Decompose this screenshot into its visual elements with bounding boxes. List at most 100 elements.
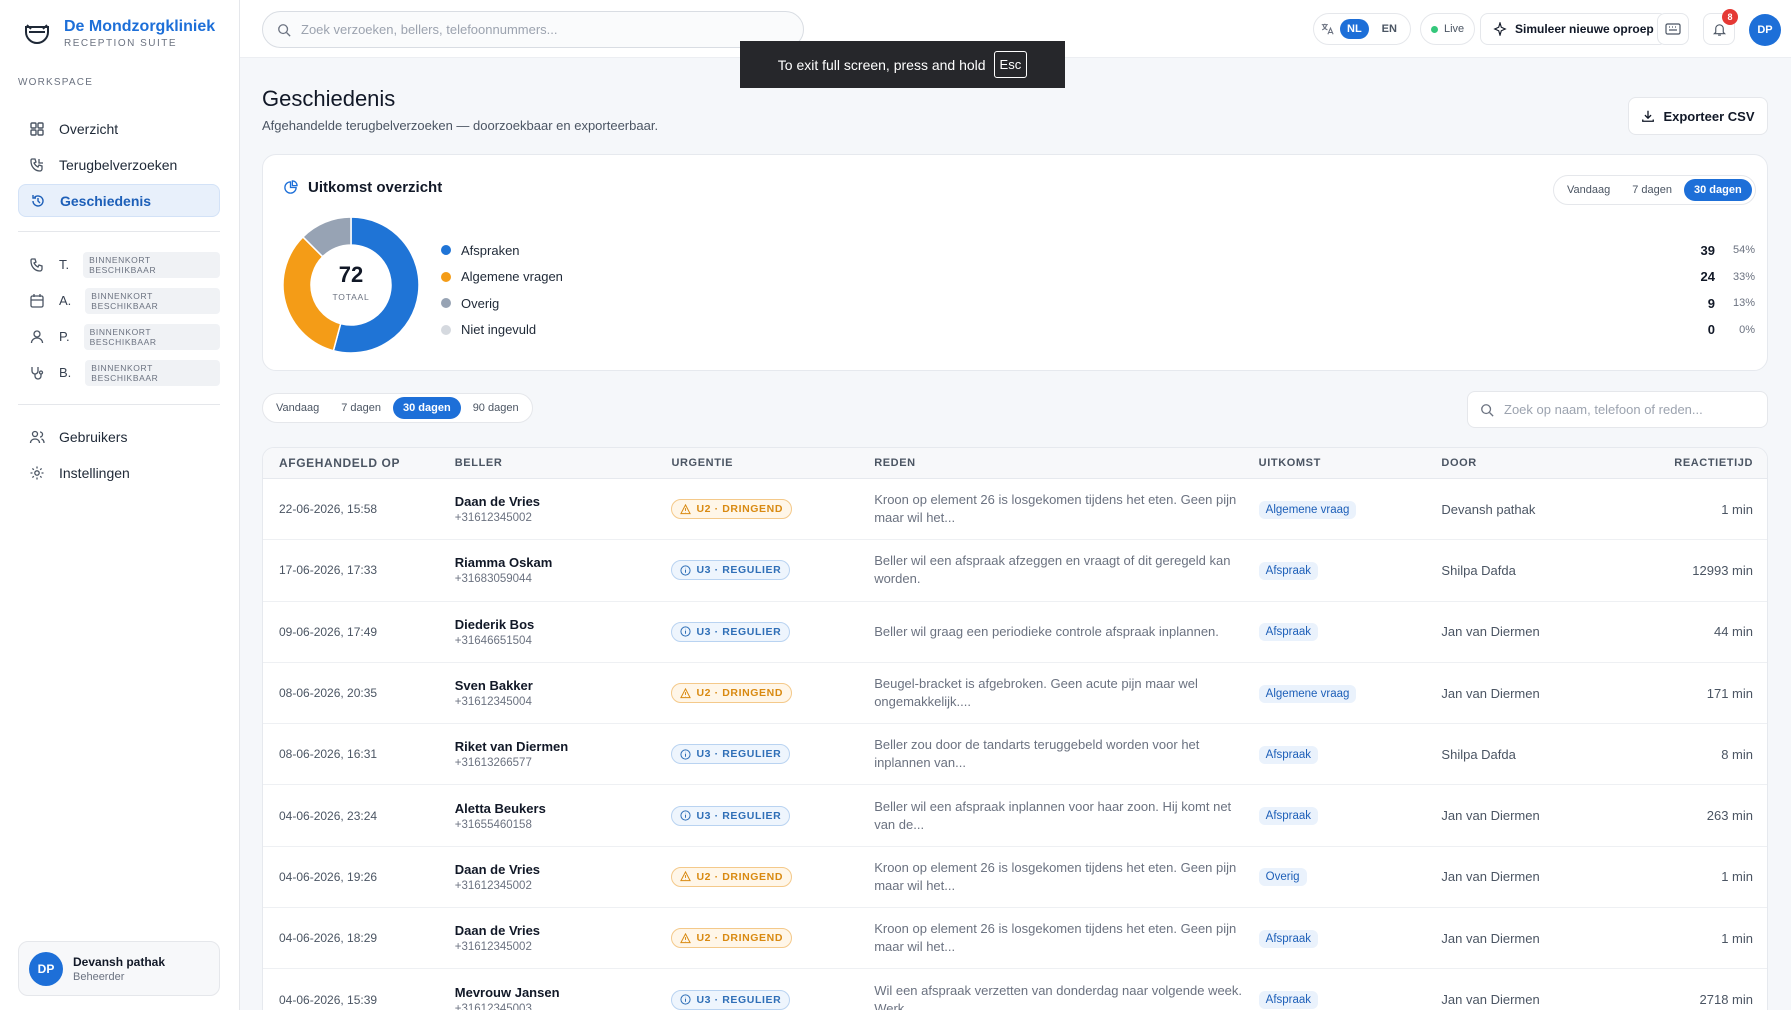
export-csv-button[interactable]: Exporteer CSV [1628, 97, 1768, 135]
page-subtitle: Afgehandelde terugbelverzoeken — doorzoe… [262, 118, 659, 133]
col-uitkomst[interactable]: UITKOMST [1259, 457, 1442, 469]
caller: Daan de Vries +31612345002 [455, 862, 672, 892]
urgency-label: U2 · DRINGEND [696, 503, 784, 516]
sidebar-item-label: T. [59, 257, 70, 272]
col-reactietijd[interactable]: REACTIETIJD [1637, 457, 1767, 469]
table-search-input[interactable] [1504, 402, 1744, 417]
count-percent: 13% [1732, 297, 1755, 310]
sidebar-item-geschiedenis[interactable]: Geschiedenis [18, 184, 220, 217]
sidebar-item-overzicht[interactable]: Overzicht [18, 112, 220, 145]
coming-soon-badge: BINNENKORT BESCHIKBAAR [85, 287, 220, 314]
simulate-call-label: Simuleer nieuwe oproep [1515, 22, 1654, 36]
outcome-badge: Afspraak [1258, 745, 1319, 764]
count-row: 39 54% [1663, 237, 1755, 264]
table-row[interactable]: 09-06-2026, 17:49 Diederik Bos +31646651… [263, 602, 1767, 663]
urgency-cell: U3 · REGULIER [671, 621, 874, 642]
urgency-cell: U3 · REGULIER [671, 560, 874, 581]
handled-by: Devansh pathak [1441, 501, 1536, 517]
handled-date: 04-06-2026, 18:29 [279, 931, 378, 946]
range-90-dagen[interactable]: 90 dagen [463, 397, 529, 419]
reason: Beller wil een afspraak afzeggen en vraa… [874, 553, 1231, 587]
outcome-range-vandaag[interactable]: Vandaag [1557, 179, 1620, 201]
keyboard-button[interactable] [1657, 13, 1689, 45]
user-role: Beheerder [73, 970, 125, 983]
global-search-input[interactable] [301, 22, 781, 37]
legend-item: Overig [441, 290, 563, 317]
lang-en-button[interactable]: EN [1375, 19, 1404, 39]
urgency-label: U3 · REGULIER [696, 625, 782, 638]
caller-phone: +31683059044 [454, 573, 532, 586]
table-row[interactable]: 04-06-2026, 23:24 Aletta Beukers +316554… [263, 785, 1767, 847]
pie-chart-icon [284, 180, 298, 194]
outcome-card-title: Uitkomst overzicht [283, 179, 442, 196]
brand-name: De Mondzorgkliniek [64, 18, 216, 35]
legend-item: Niet ingevuld [441, 317, 563, 344]
sidebar-item-a[interactable]: A. BINNENKORT BESCHIKBAAR [18, 284, 220, 317]
export-csv-label: Exporteer CSV [1663, 108, 1755, 124]
sidebar-item-b[interactable]: B. BINNENKORT BESCHIKBAAR [18, 356, 220, 389]
outcome-cell: Afspraak [1258, 745, 1442, 764]
sidebar-item-p[interactable]: P. BINNENKORT BESCHIKBAAR [18, 320, 220, 353]
range-vandaag[interactable]: Vandaag [266, 397, 329, 419]
download-icon [1642, 110, 1655, 122]
outcome-range-7-dagen[interactable]: 7 dagen [1622, 179, 1682, 201]
user-avatar-button[interactable]: DP [1749, 14, 1781, 46]
simulate-call-button[interactable]: Simuleer nieuwe oproep [1480, 13, 1667, 45]
outcome-title: Uitkomst overzicht [308, 179, 443, 196]
reason: Kroon op element 26 is losgekomen tijden… [874, 859, 1237, 893]
sidebar-item-instellingen[interactable]: Instellingen [18, 456, 220, 489]
brand[interactable]: De Mondzorgkliniek RECEPTION SUITE [22, 18, 215, 49]
urgency-badge: U3 · REGULIER [671, 805, 791, 826]
caller-name: Sven Bakker [454, 678, 533, 694]
response-time: 8 min [1721, 746, 1753, 762]
caller-phone: +31612345002 [454, 941, 532, 954]
sidebar-divider [18, 231, 220, 232]
handled-by: Jan van Diermen [1441, 992, 1540, 1008]
user-card[interactable]: DP Devansh pathak Beheerder [18, 941, 220, 996]
warning-icon [680, 503, 692, 514]
caller-phone: +31613266577 [454, 757, 532, 770]
lang-nl-button[interactable]: NL [1340, 19, 1369, 39]
table-row[interactable]: 22-06-2026, 15:58 Daan de Vries +3161234… [263, 479, 1767, 541]
search-icon [1481, 403, 1494, 417]
table-header: AFGEHANDELD OP BELLER URGENTIE REDEN UIT… [263, 448, 1767, 479]
col-afgehandeld-op[interactable]: AFGEHANDELD OP [263, 456, 455, 470]
table-row[interactable]: 08-06-2026, 20:35 Sven Bakker +316123450… [263, 663, 1767, 725]
table-row[interactable]: 04-06-2026, 19:26 Daan de Vries +3161234… [263, 847, 1767, 909]
table-row[interactable]: 04-06-2026, 15:39 Mevrouw Jansen +316123… [263, 969, 1767, 1010]
table-search[interactable] [1467, 391, 1768, 428]
legend-swatch [441, 298, 451, 309]
handled-date: 04-06-2026, 23:24 [279, 808, 378, 823]
caller-phone: +31612345002 [454, 512, 532, 525]
table-row[interactable]: 17-06-2026, 17:33 Riamma Oskam +31683059… [263, 540, 1767, 602]
table-row[interactable]: 04-06-2026, 18:29 Daan de Vries +3161234… [263, 908, 1767, 970]
history-range-selector: Vandaag 7 dagen 30 dagen 90 dagen [262, 393, 533, 423]
col-beller[interactable]: BELLER [455, 457, 672, 469]
range-7-dagen[interactable]: 7 dagen [331, 397, 391, 419]
sidebar-item-t[interactable]: T. BINNENKORT BESCHIKBAAR [18, 248, 220, 281]
outcome-range-30-dagen[interactable]: 30 dagen [1684, 179, 1752, 201]
sidebar-divider [18, 404, 220, 405]
info-icon [680, 565, 692, 576]
notifications-button[interactable]: 8 [1703, 9, 1738, 45]
warning-icon [680, 503, 692, 515]
outcome-cell: Overig [1258, 867, 1442, 887]
caller: Diederik Bos +31646651504 [455, 617, 672, 647]
range-30-dagen[interactable]: 30 dagen [393, 397, 461, 419]
donut-total-label: TOTAAL [332, 292, 369, 302]
warning-icon [680, 871, 692, 882]
col-door[interactable]: DOOR [1441, 457, 1637, 469]
col-urgentie[interactable]: URGENTIE [671, 457, 874, 469]
col-reden[interactable]: REDEN [874, 454, 1258, 472]
urgency-badge: U3 · REGULIER [671, 560, 791, 581]
info-icon [680, 749, 692, 760]
sidebar-item-terugbelverzoeken[interactable]: Terugbelverzoeken [18, 148, 220, 181]
caller: Sven Bakker +31612345004 [455, 678, 672, 708]
sidebar-item-gebruikers[interactable]: Gebruikers [18, 420, 220, 453]
urgency-badge: U2 · DRINGEND [671, 866, 793, 887]
sidebar-item-label: Terugbelverzoeken [59, 156, 178, 173]
reason: Kroon op element 26 is losgekomen tijden… [874, 492, 1237, 526]
global-search[interactable] [262, 11, 804, 48]
table-row[interactable]: 08-06-2026, 16:31 Riket van Diermen +316… [263, 724, 1767, 786]
language-switcher: NL EN [1313, 13, 1411, 45]
